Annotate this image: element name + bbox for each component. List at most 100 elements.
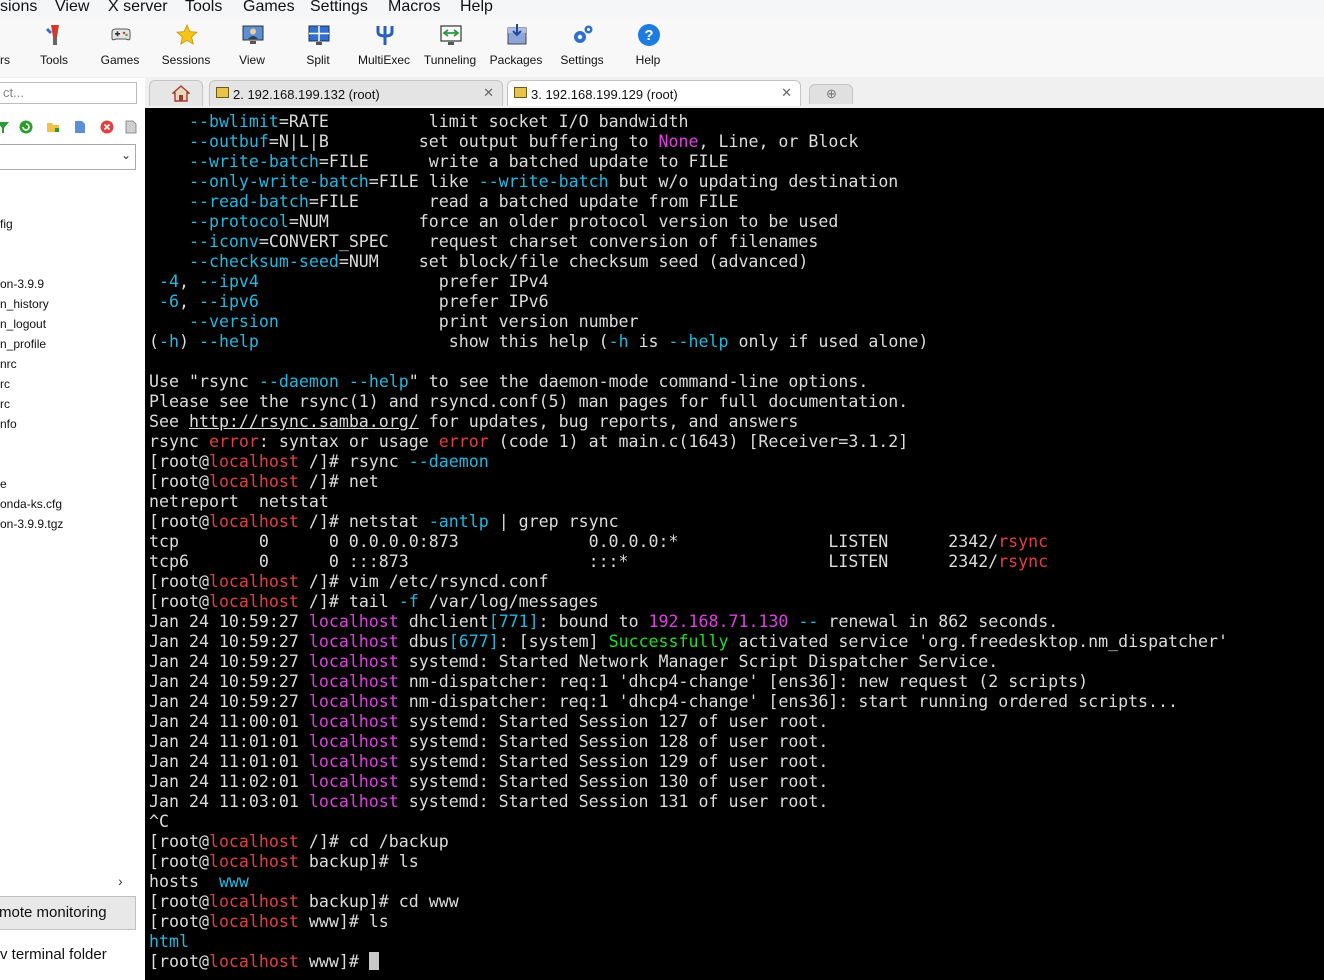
tab-session-2[interactable]: 2. 192.168.199.132 (root) ✕: [209, 80, 503, 106]
terminal-text: --help: [668, 332, 729, 351]
sidebar-file[interactable]: e: [0, 477, 7, 491]
menu-settings[interactable]: Settings: [310, 0, 368, 16]
sidebar-file[interactable]: onda-ks.cfg: [0, 497, 62, 511]
terminal-line: Use "rsync --daemon --help" to see the d…: [149, 372, 868, 392]
sidebar-file[interactable]: on-3.9.9.tgz: [0, 517, 63, 531]
terminal-text: [root@: [149, 952, 209, 971]
menu-help[interactable]: Help: [460, 0, 493, 16]
sidebar-file[interactable]: n_logout: [0, 317, 46, 331]
terminal-line: Jan 24 11:02:01 localhost systemd: Start…: [149, 772, 828, 792]
terminal-text: systemd: Started Network Manager Script …: [398, 652, 999, 671]
terminal-line: -6, --ipv6 prefer IPv6: [149, 292, 549, 312]
follow-terminal-folder-checkbox[interactable]: v terminal folder: [0, 946, 107, 963]
packages-button[interactable]: Packages: [483, 19, 549, 73]
terminal-text: =FILE read a batched update from FILE: [308, 192, 739, 211]
sessions-button[interactable]: Sessions: [153, 19, 219, 73]
terminal-text: =NUM force an older protocol version to …: [288, 212, 839, 231]
terminal-text: [root@: [149, 592, 209, 611]
terminal-text: --protocol: [188, 212, 289, 231]
terminal-text: localhost: [208, 512, 299, 531]
terminal-line: [root@localhost backup]# ls: [149, 852, 419, 872]
filter-icon[interactable]: [0, 120, 10, 134]
terminal-text: --read-batch: [188, 192, 309, 211]
sidebar-file[interactable]: on-3.9.9: [0, 277, 44, 291]
close-icon[interactable]: ✕: [483, 85, 494, 101]
terminal-line: Jan 24 11:00:01 localhost systemd: Start…: [149, 712, 828, 732]
terminal-text: --: [798, 612, 819, 631]
terminal-text: systemd: Started Session 128 of user roo…: [398, 732, 829, 751]
menu-tools[interactable]: Tools: [185, 0, 222, 16]
terminal-line: --protocol=NUM force an older protocol v…: [149, 212, 838, 232]
settings-button[interactable]: Settings: [549, 19, 615, 73]
sidebar-file[interactable]: rc: [0, 377, 10, 391]
menu-bar: sions View X server Tools Games Settings…: [0, 0, 1324, 17]
home-icon: [172, 85, 190, 102]
terminal-text: " to see the daemon-mode command-line op…: [408, 372, 869, 391]
sidebar-file[interactable]: nrc: [0, 357, 17, 371]
terminal-text: /var/log/messages: [418, 592, 599, 611]
directory-select[interactable]: ⌄: [0, 144, 136, 170]
menu-xserver[interactable]: X server: [108, 0, 168, 16]
sidebar-file[interactable]: n_profile: [0, 337, 46, 351]
sidebar-file[interactable]: rc: [0, 397, 10, 411]
toolbar-partial-label: rs: [0, 53, 10, 67]
terminal-text: /]# rsync: [298, 452, 409, 471]
close-icon[interactable]: ✕: [781, 85, 792, 101]
tab-session-3[interactable]: 3. 192.168.199.129 (root) ✕: [507, 80, 801, 106]
new-tab-button[interactable]: ⊕: [809, 84, 853, 104]
terminal-text: [root@: [149, 512, 209, 531]
terminal-text: -h: [608, 332, 629, 351]
menu-games[interactable]: Games: [243, 0, 295, 16]
terminal-text: www]# ls: [298, 912, 389, 931]
terminal-text: Jan 24 11:01:01: [149, 732, 309, 751]
menu-macros[interactable]: Macros: [388, 0, 440, 16]
home-tab[interactable]: [149, 80, 203, 106]
sidebar-toolbar: [0, 118, 140, 138]
chevron-right-icon[interactable]: ›: [118, 873, 123, 889]
terminal-line: --outbuf=N|L|B set output buffering to N…: [149, 132, 858, 152]
terminal-line: [root@localhost /]# vim /etc/rsyncd.conf: [149, 572, 549, 592]
terminal-text: /]# net: [298, 472, 379, 491]
terminal-text: =FILE write a batched update to FILE: [318, 152, 729, 171]
menu-view[interactable]: View: [55, 0, 89, 16]
terminal-text: : [system]: [498, 632, 609, 651]
view-button[interactable]: View: [219, 19, 285, 73]
open-file-icon[interactable]: [124, 120, 138, 134]
terminal-line: [root@localhost /]# net: [149, 472, 379, 492]
terminal-text: -h: [159, 332, 179, 351]
split-button[interactable]: Split: [285, 19, 351, 73]
terminal-text: [771]: [488, 612, 539, 631]
quick-connect-input[interactable]: ct...: [0, 82, 137, 104]
terminal-line: --iconv=CONVERT_SPEC request charset con…: [149, 232, 818, 252]
menu-sessions[interactable]: sions: [0, 0, 37, 16]
terminal-line: Jan 24 11:01:01 localhost systemd: Start…: [149, 732, 828, 752]
delete-icon[interactable]: [100, 120, 114, 134]
tunneling-button[interactable]: Tunneling: [417, 19, 483, 73]
new-file-icon[interactable]: [73, 120, 87, 134]
terminal-text: --ipv4: [198, 272, 259, 291]
plus-icon: ⊕: [826, 86, 837, 101]
new-folder-icon[interactable]: [46, 120, 60, 134]
games-button[interactable]: Games: [87, 19, 153, 73]
sidebar-file[interactable]: nfo: [0, 417, 17, 431]
help-button[interactable]: ? Help: [615, 19, 681, 73]
remote-monitoring-button[interactable]: mote monitoring: [0, 896, 136, 930]
terminal-text: --ipv6: [198, 292, 259, 311]
sidebar-file[interactable]: fig: [0, 217, 13, 231]
terminal[interactable]: --bwlimit=RATE limit socket I/O bandwidt…: [145, 108, 1324, 980]
terminal-text: netreport netstat: [149, 492, 329, 511]
refresh-icon[interactable]: [19, 120, 33, 134]
toolbar: rs Tools Games Sessions View Split Multi…: [0, 17, 1324, 77]
tools-button[interactable]: Tools: [21, 19, 87, 73]
terminal-text: dbus: [398, 632, 449, 651]
terminal-line: [root@localhost /]# cd /backup: [149, 832, 449, 852]
multiexec-button[interactable]: MultiExec: [351, 19, 417, 73]
terminal-line: [root@localhost /]# netstat -antlp | gre…: [149, 512, 619, 532]
sidebar-file[interactable]: n_history: [0, 297, 49, 311]
terminal-text: , Line, or Block: [698, 132, 859, 151]
terminal-link[interactable]: http://rsync.samba.org/: [189, 412, 419, 431]
